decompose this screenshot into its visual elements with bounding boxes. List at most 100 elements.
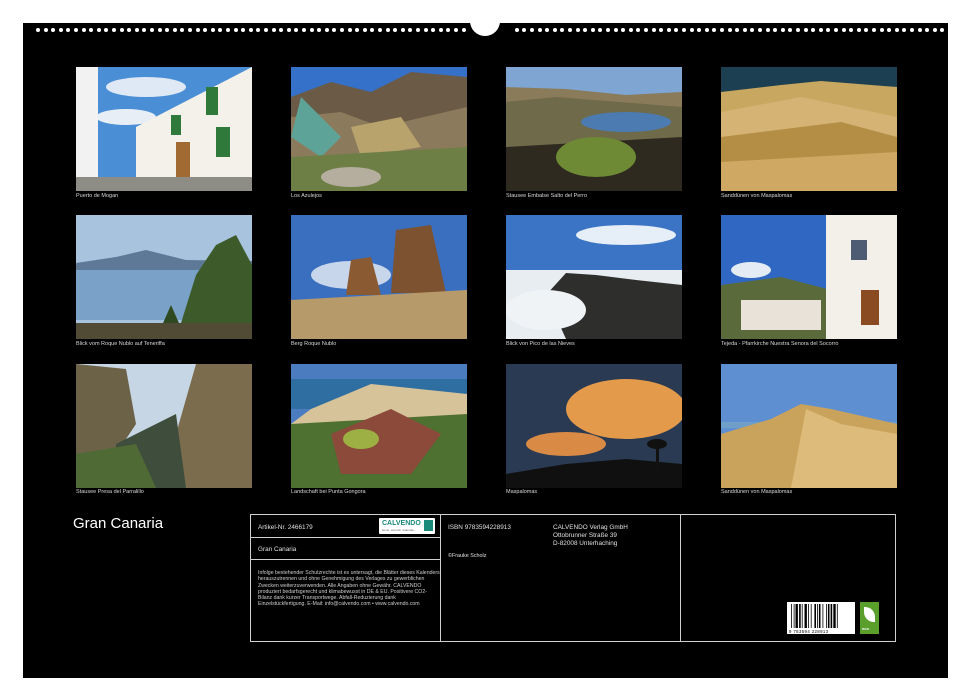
binding-hole: [856, 28, 861, 32]
binding-hole: [834, 28, 838, 32]
photo-caption: Blick von Pico de las Nieves: [506, 341, 575, 347]
binding-hole: [195, 28, 200, 32]
binding-hole: [210, 28, 215, 32]
logo-subtext: kunst. wunsch. kalender.: [382, 528, 415, 532]
logo-mark-icon: [424, 520, 433, 531]
barcode-bar: [826, 604, 827, 628]
photo-punta-gongora: [291, 364, 467, 488]
binding-hole: [575, 28, 580, 32]
photo-blick-roque-nublo: [76, 215, 252, 339]
divider: [251, 537, 440, 538]
logo-text: CALVENDO: [382, 520, 421, 527]
barcode-bar: [822, 604, 824, 628]
photo-stausee-salto-del-perro: [506, 67, 682, 191]
photographer-credit: ©Frauke Scholz: [448, 553, 487, 559]
photo-presa-del-parralillo: [76, 364, 252, 488]
binding-hole: [666, 28, 671, 32]
barcode-bar: [833, 604, 836, 628]
binding-hole: [188, 28, 192, 32]
binding-hole: [872, 28, 876, 32]
product-title: Gran Canaria: [258, 546, 297, 553]
binding-hole: [248, 28, 253, 32]
barcode-bar: [817, 604, 818, 628]
divider: [251, 559, 440, 560]
binding-hole: [720, 28, 724, 32]
binding-hole: [362, 28, 367, 32]
isbn-barcode: 9 783594 228913: [787, 602, 855, 634]
binding-hole: [780, 28, 785, 32]
binding-hole: [233, 28, 238, 32]
binding-hole: [302, 28, 306, 32]
photo-puerto-de-mogan: [76, 67, 252, 191]
binding-hole: [134, 28, 139, 32]
binding-hole: [606, 28, 610, 32]
binding-hole: [537, 28, 542, 32]
binding-hole: [568, 28, 572, 32]
photo-pico-de-las-nieves: [506, 215, 682, 339]
calvendo-logo: CALVENDO kunst. wunsch. kalender.: [379, 518, 435, 534]
binding-hole: [157, 28, 162, 32]
binding-hole: [286, 28, 291, 32]
isbn: ISBN 9783594228913: [448, 524, 511, 531]
binding-hole: [644, 28, 648, 32]
binding-hole: [438, 28, 443, 32]
photo-caption: Stausee Embalse Salto del Perro: [506, 193, 588, 199]
publisher-name: CALVENDO Verlag GmbH: [553, 524, 628, 531]
binding-hole: [172, 28, 177, 32]
binding-hole: [514, 28, 519, 32]
photo-caption: Tejeda - Pfarrkirche Nuestra Senora del …: [721, 341, 839, 347]
binding-hole: [613, 28, 618, 32]
barcode-bar: [810, 604, 812, 628]
barcode-bar: [808, 604, 809, 628]
barcode-bar: [814, 604, 816, 628]
binding-hole: [530, 28, 534, 32]
barcode-bar: [818, 604, 821, 628]
binding-hole: [742, 28, 747, 32]
binding-hole: [309, 28, 314, 32]
binding-hole: [324, 28, 329, 32]
binding-hole: [894, 28, 899, 32]
binding-hole: [818, 28, 823, 32]
legal-disclaimer: Infolge bestehender Schutzrechte ist es …: [258, 570, 440, 608]
barcode-number: 9 783594 228913: [789, 629, 829, 634]
publisher-city: D-82008 Unterhaching: [553, 540, 618, 547]
eco-label: eco: [862, 626, 869, 631]
photo-berg-roque-nublo: [291, 215, 467, 339]
binding-hole: [416, 28, 420, 32]
barcode-bar: [804, 604, 807, 628]
photo-caption: Sanddünen von Maspalomas: [721, 489, 793, 495]
photo-caption: Puerto de Mogan: [76, 193, 119, 199]
binding-hole: [81, 28, 86, 32]
leaf-icon: [864, 607, 875, 622]
binding-hole: [704, 28, 709, 32]
photo-caption: Berg Roque Nublo: [291, 341, 337, 347]
divider: [440, 515, 441, 641]
binding-hole: [932, 28, 937, 32]
barcode-bar: [801, 604, 803, 628]
binding-hole: [74, 28, 78, 32]
binding-hole: [758, 28, 762, 32]
photo-caption: Los Azulejos: [291, 193, 322, 199]
barcode-bar: [836, 604, 838, 628]
binding-hole: [590, 28, 595, 32]
binding-hole: [651, 28, 656, 32]
binding-hole: [765, 28, 770, 32]
barcode-bar: [830, 604, 833, 628]
binding-hole: [226, 28, 230, 32]
barcode-bar: [791, 604, 792, 628]
info-panel: Artikel-Nr. 2466179 CALVENDO kunst. wuns…: [250, 514, 896, 642]
binding-hole: [264, 28, 268, 32]
binding-hole: [803, 28, 808, 32]
photo-caption: Stausee Presa del Parralillo: [76, 489, 144, 495]
binding-hole: [796, 28, 800, 32]
binding-hole: [917, 28, 922, 32]
binding-hole: [454, 28, 458, 32]
barcode-bar: [827, 604, 830, 628]
binding-hole: [271, 28, 276, 32]
binding-hole: [340, 28, 344, 32]
photo-maspalomas-sunset: [506, 364, 682, 488]
binding-hole: [727, 28, 732, 32]
photo-los-azulejos: [291, 67, 467, 191]
article-number: Artikel-Nr. 2466179: [258, 524, 313, 531]
barcode-bar: [795, 604, 798, 628]
